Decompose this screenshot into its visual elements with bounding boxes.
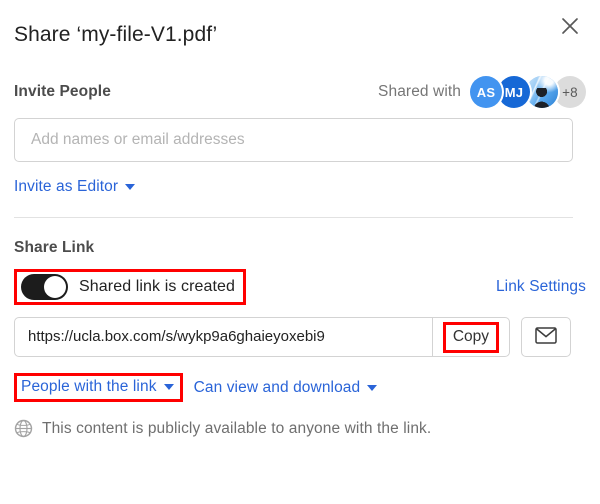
section-divider [14,217,573,218]
toggle-knob [44,276,66,298]
avatar[interactable]: MJ [498,76,530,108]
invite-role-row: Invite as Editor [14,178,586,196]
copy-button[interactable]: Copy [442,321,499,353]
permission-dropdown-wrap: Can view and download [194,379,378,397]
globe-icon [14,419,33,438]
share-url-row: https://ucla.box.com/s/wykp9a6ghaieyoxeb… [14,317,586,357]
share-link-toggle-row: Shared link is created Link Settings [14,269,586,305]
shared-link-toggle[interactable] [21,274,68,300]
link-settings-button[interactable]: Link Settings [496,278,586,296]
invite-names-input[interactable] [14,118,573,162]
share-link-label: Share Link [14,239,95,256]
chevron-down-icon [367,384,378,391]
annotation-box-audience: People with the link [14,373,183,402]
shared-with-group: Shared with AS MJ +8 [378,76,586,108]
envelope-icon [535,327,557,347]
shared-link-toggle-label: Shared link is created [79,278,236,295]
audience-label: People with the link [21,378,157,395]
invite-people-label: Invite People [14,83,111,100]
audience-dropdown[interactable]: People with the link [21,378,174,396]
share-dialog: Share ‘my-file-V1.pdf’ Invite People Sha… [0,0,600,504]
avatar-overflow-count[interactable]: +8 [554,76,586,108]
public-notice: This content is publicly available to an… [14,419,586,438]
annotation-box-copy: Copy [431,318,509,356]
chevron-down-icon [163,384,174,390]
invite-people-row: Invite People Shared with AS MJ +8 [14,75,586,109]
share-url-box: https://ucla.box.com/s/wykp9a6ghaieyoxeb… [14,317,510,357]
public-notice-text: This content is publicly available to an… [42,419,432,437]
page-title: Share ‘my-file-V1.pdf’ [14,23,218,46]
permission-label: Can view and download [193,378,361,396]
email-link-button[interactable] [521,317,571,357]
close-button[interactable] [554,10,586,42]
chevron-down-icon [125,184,136,190]
avatar[interactable]: AS [470,76,502,108]
avatar-stack: AS MJ +8 [470,76,586,108]
invite-as-editor-dropdown[interactable]: Invite as Editor [14,178,136,196]
close-icon [561,17,579,35]
share-url-input[interactable]: https://ucla.box.com/s/wykp9a6ghaieyoxeb… [15,318,432,356]
permission-dropdown[interactable]: Can view and download [194,379,378,397]
share-permissions-row: People with the link Can view and downlo… [14,373,586,402]
annotation-box-toggle: Shared link is created [14,269,247,305]
avatar-photo[interactable] [526,76,558,108]
invite-as-editor-label: Invite as Editor [14,178,119,195]
link-settings-label: Link Settings [495,278,586,295]
avatar-photo-image [526,76,558,108]
shared-with-label: Shared with [378,83,461,100]
